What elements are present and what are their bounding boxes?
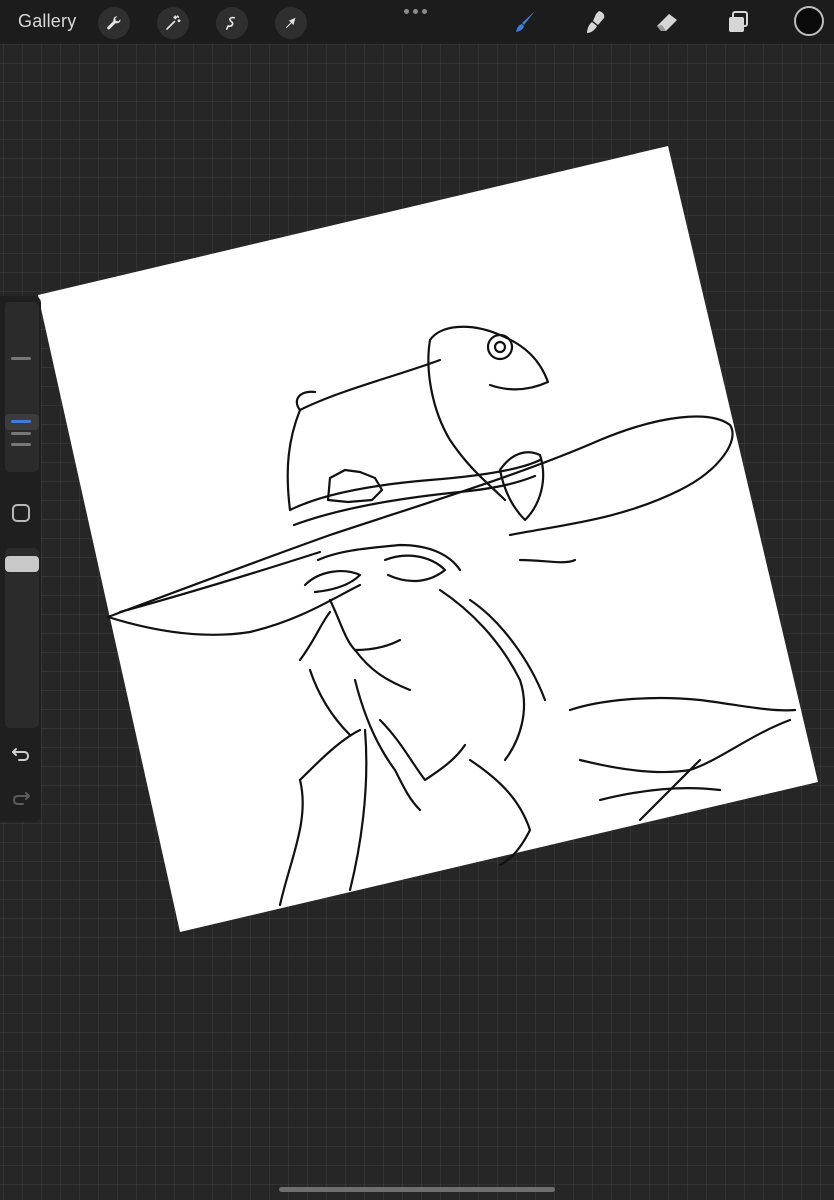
top-toolbar: Gallery xyxy=(0,0,834,44)
magic-wand-icon[interactable] xyxy=(157,7,189,39)
smudge-icon[interactable] xyxy=(580,6,612,38)
canvas-page xyxy=(38,146,818,932)
more-options-icon[interactable] xyxy=(404,9,427,14)
artwork-canvas[interactable] xyxy=(0,0,834,1200)
color-picker-swatch[interactable] xyxy=(794,6,824,36)
size-tick xyxy=(11,432,31,435)
size-indicator xyxy=(11,420,31,423)
size-tick xyxy=(11,357,31,360)
undo-icon[interactable] xyxy=(10,742,32,764)
square-modify-icon[interactable] xyxy=(12,504,30,522)
eraser-icon[interactable] xyxy=(651,6,683,38)
opacity-slider[interactable] xyxy=(5,548,39,728)
transform-arrow-icon[interactable] xyxy=(275,7,307,39)
opacity-handle[interactable] xyxy=(5,556,39,572)
sidebar xyxy=(0,296,41,822)
home-indicator xyxy=(279,1187,555,1192)
wrench-icon[interactable] xyxy=(98,7,130,39)
selection-icon[interactable] xyxy=(216,7,248,39)
redo-icon[interactable] xyxy=(10,786,32,808)
canvas-area[interactable] xyxy=(0,0,834,1200)
brush-size-slider[interactable] xyxy=(5,302,39,472)
size-tick xyxy=(11,443,31,446)
layers-icon[interactable] xyxy=(722,6,754,38)
procreate-app: Gallery xyxy=(0,0,834,1200)
brush-icon[interactable] xyxy=(509,6,541,38)
gallery-button[interactable]: Gallery xyxy=(18,11,76,32)
